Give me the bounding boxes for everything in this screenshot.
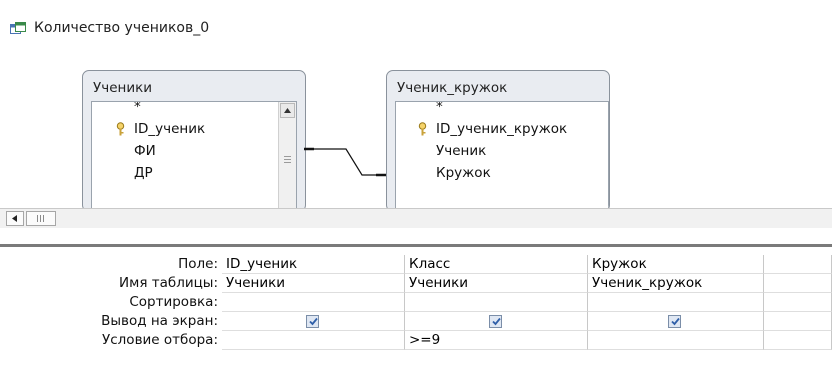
scroll-thumb[interactable]	[26, 211, 56, 226]
grid-cell-field[interactable]: Кружок	[588, 255, 764, 274]
show-checkbox[interactable]	[668, 315, 681, 328]
grid-cell-table[interactable]: Ученик_кружок	[588, 274, 764, 293]
row-label-table: Имя таблицы:	[119, 275, 218, 291]
table-diagram-pane[interactable]: Ученики * ID_ученик ФИ ДР Ученик_кружок …	[0, 46, 832, 212]
field-item-dr[interactable]: ДР	[134, 162, 153, 184]
table-title[interactable]: Ученики	[93, 80, 152, 96]
field-item-club[interactable]: Кружок	[436, 162, 491, 184]
primary-key-icon	[418, 122, 427, 136]
grid-cell-show	[222, 312, 405, 331]
query-design-grid: Поле: Имя таблицы: Сортировка: Вывод на …	[0, 247, 832, 390]
grid-cell-field[interactable]: Класс	[405, 255, 588, 274]
title-bar: Количество учеников_0	[0, 0, 832, 46]
row-label-show: Вывод на экран:	[101, 313, 218, 329]
scroll-up-button[interactable]	[280, 103, 295, 118]
vertical-scrollbar[interactable]	[278, 102, 296, 211]
field-item-id[interactable]: ID_ученик	[134, 118, 205, 140]
row-label-sort: Сортировка:	[129, 294, 218, 310]
field-list[interactable]: * ID_ученик ФИ ДР	[91, 101, 297, 211]
grid-cell-table[interactable]: Ученики	[222, 274, 405, 293]
window-title: Количество учеников_0	[34, 20, 210, 36]
grid-cell-sort[interactable]	[222, 293, 405, 312]
join-line[interactable]	[304, 46, 386, 208]
grid-cell-field[interactable]: ID_ученик	[222, 255, 405, 274]
field-list[interactable]: * ID_ученик_кружок Ученик Кружок	[395, 101, 609, 211]
grid-cell-table[interactable]: Ученики	[405, 274, 588, 293]
field-item-all[interactable]: *	[134, 102, 141, 118]
scroll-grip-icon	[284, 156, 291, 165]
grid-cell-criteria[interactable]	[588, 331, 764, 350]
table-title[interactable]: Ученик_кружок	[397, 80, 507, 96]
check-icon	[671, 317, 680, 326]
show-checkbox[interactable]	[489, 315, 502, 328]
field-item-id[interactable]: ID_ученик_кружок	[436, 118, 567, 140]
primary-key-icon	[116, 122, 125, 136]
grid-cell-sort[interactable]	[588, 293, 764, 312]
horizontal-scrollbar[interactable]	[0, 208, 832, 228]
scroll-left-icon	[12, 215, 17, 222]
field-item-all[interactable]: *	[436, 102, 443, 118]
row-label-field: Поле:	[178, 256, 218, 272]
show-checkbox[interactable]	[306, 315, 319, 328]
check-icon	[492, 317, 501, 326]
scroll-left-button[interactable]	[6, 211, 24, 226]
grid-cell-show[interactable]	[764, 312, 832, 331]
thumb-grip-icon	[37, 215, 46, 222]
grid-cell-sort[interactable]	[405, 293, 588, 312]
table-box-student-club[interactable]: Ученик_кружок * ID_ученик_кружок Ученик …	[386, 70, 610, 212]
field-item-student[interactable]: Ученик	[436, 140, 486, 162]
grid-cell-table[interactable]	[764, 274, 832, 293]
grid-cell-sort[interactable]	[764, 293, 832, 312]
grid-cell-criteria[interactable]	[764, 331, 832, 350]
query-icon	[10, 22, 26, 36]
grid-cell-show	[405, 312, 588, 331]
scroll-up-icon	[284, 108, 291, 113]
grid-cell-criteria[interactable]	[222, 331, 405, 350]
grid-cell-criteria[interactable]: >=9	[405, 331, 588, 350]
grid-cell-show	[588, 312, 764, 331]
row-label-criteria: Условие отбора:	[102, 332, 218, 348]
pane-splitter[interactable]	[0, 228, 832, 247]
check-icon	[309, 317, 318, 326]
grid-cell-field[interactable]	[764, 255, 832, 274]
table-box-students[interactable]: Ученики * ID_ученик ФИ ДР	[82, 70, 306, 212]
field-item-fi[interactable]: ФИ	[134, 140, 156, 162]
